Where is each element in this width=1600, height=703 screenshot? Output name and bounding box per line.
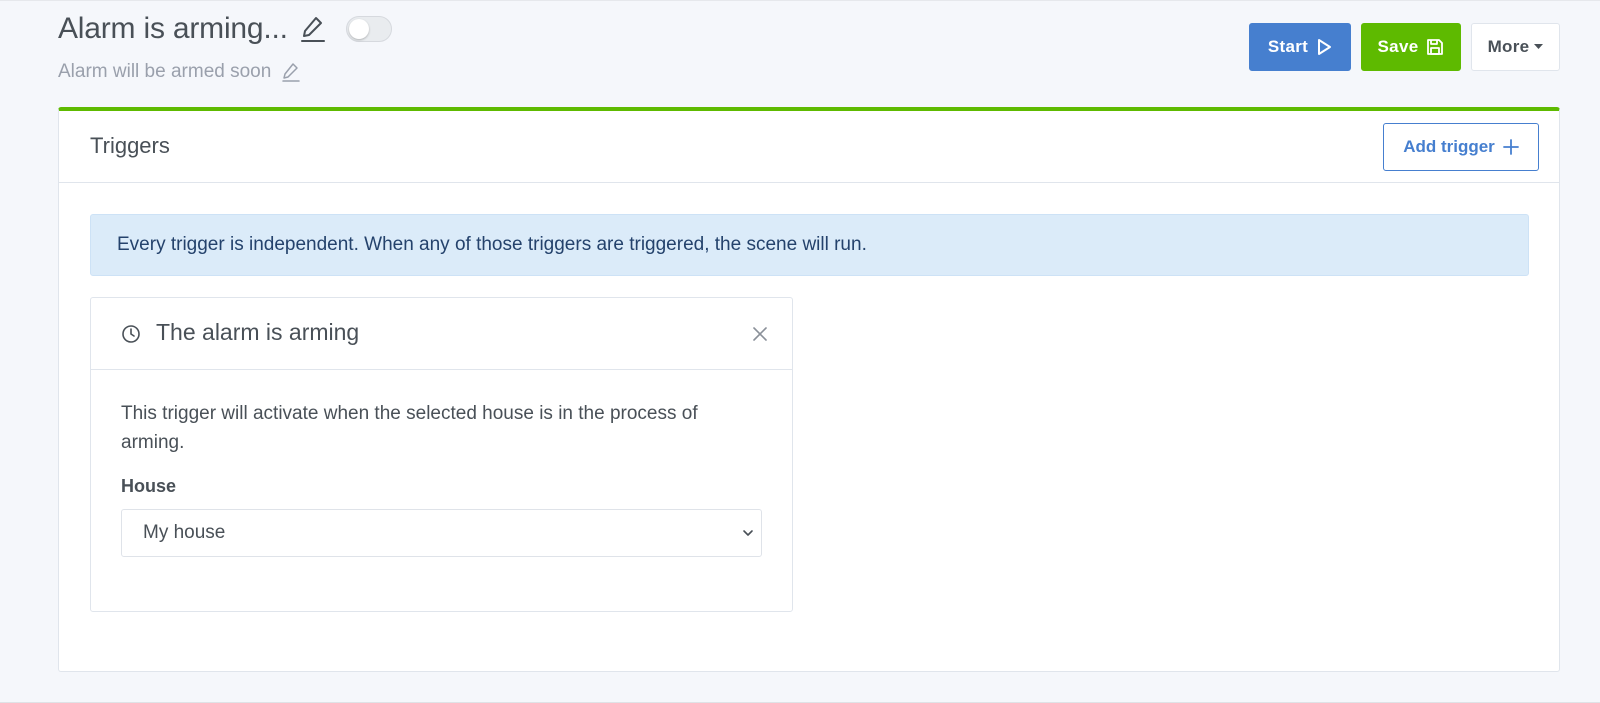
toggle-knob [348, 19, 369, 39]
chevron-down-icon [741, 526, 755, 540]
trigger-item-description: This trigger will activate when the sele… [121, 403, 698, 453]
house-select[interactable]: My house [121, 509, 762, 557]
more-dropdown-button[interactable]: More [1471, 23, 1560, 71]
triggers-card-title: Triggers [90, 133, 170, 158]
top-border [0, 0, 1600, 1]
trigger-item-title: The alarm is arming [156, 319, 360, 345]
save-button[interactable]: Save [1361, 23, 1461, 71]
scene-title-row: Alarm is arming... [58, 12, 392, 46]
close-icon[interactable] [752, 326, 768, 342]
triggers-card: Triggers Add trigger Every trigger is in… [58, 107, 1560, 672]
triggers-card-header: Triggers Add trigger [59, 111, 1559, 183]
clock-icon [121, 324, 141, 344]
scene-subtitle: Alarm will be armed soon [58, 61, 272, 82]
trigger-item-header: The alarm is arming [91, 298, 792, 370]
scene-subtitle-row: Alarm will be armed soon [58, 61, 301, 83]
caret-down-icon [1534, 44, 1544, 50]
start-button[interactable]: Start [1249, 23, 1351, 71]
triggers-info-text: Every trigger is independent. When any o… [117, 234, 867, 255]
edit-title-pencil-icon[interactable] [300, 14, 326, 44]
triggers-info-alert: Every trigger is independent. When any o… [90, 214, 1529, 276]
more-button-label: More [1487, 37, 1530, 56]
house-field-label: House [121, 476, 177, 496]
play-icon [1316, 38, 1332, 56]
scene-active-toggle[interactable] [345, 16, 392, 42]
edit-subtitle-pencil-icon[interactable] [281, 61, 301, 83]
plus-icon [1502, 139, 1519, 155]
scene-title: Alarm is arming... [58, 12, 288, 45]
add-trigger-label: Add trigger [1403, 137, 1495, 156]
house-select-value: My house [143, 522, 226, 543]
save-button-label: Save [1377, 37, 1419, 56]
start-button-label: Start [1267, 37, 1309, 56]
floppy-disk-icon [1426, 38, 1444, 56]
trigger-item: The alarm is arming This trigger will ac… [90, 297, 793, 612]
add-trigger-button[interactable]: Add trigger [1383, 123, 1539, 171]
